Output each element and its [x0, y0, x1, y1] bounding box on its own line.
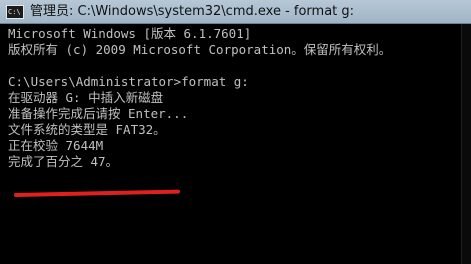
console-line: 准备操作完成后请按 Enter...	[8, 106, 189, 121]
console-line: 正在校验 7644M	[8, 138, 104, 153]
title-bar[interactable]: C:\ 管理员: C:\Windows\system32\cmd.exe - f…	[0, 0, 471, 24]
cmd-icon[interactable]: C:\	[6, 5, 24, 19]
console-line: Microsoft Windows [版本 6.1.7601]	[8, 26, 252, 41]
console-line: 在驱动器 G: 中插入新磁盘	[8, 90, 164, 105]
window-right-edge	[461, 24, 471, 264]
console-output[interactable]: Microsoft Windows [版本 6.1.7601] 版权所有 (c)…	[8, 26, 458, 264]
window-title: 管理员: C:\Windows\system32\cmd.exe - forma…	[30, 4, 355, 19]
console-prompt-line: C:\Users\Administrator>format g:	[8, 74, 249, 89]
cmd-window: C:\ 管理员: C:\Windows\system32\cmd.exe - f…	[0, 0, 471, 264]
console-line: 版权所有 (c) 2009 Microsoft Corporation。保留所有…	[8, 42, 392, 57]
red-underline-annotation	[13, 189, 181, 197]
console-line: 文件系统的类型是 FAT32。	[8, 122, 166, 137]
progress-line: 完成了百分之 47。	[8, 154, 119, 169]
